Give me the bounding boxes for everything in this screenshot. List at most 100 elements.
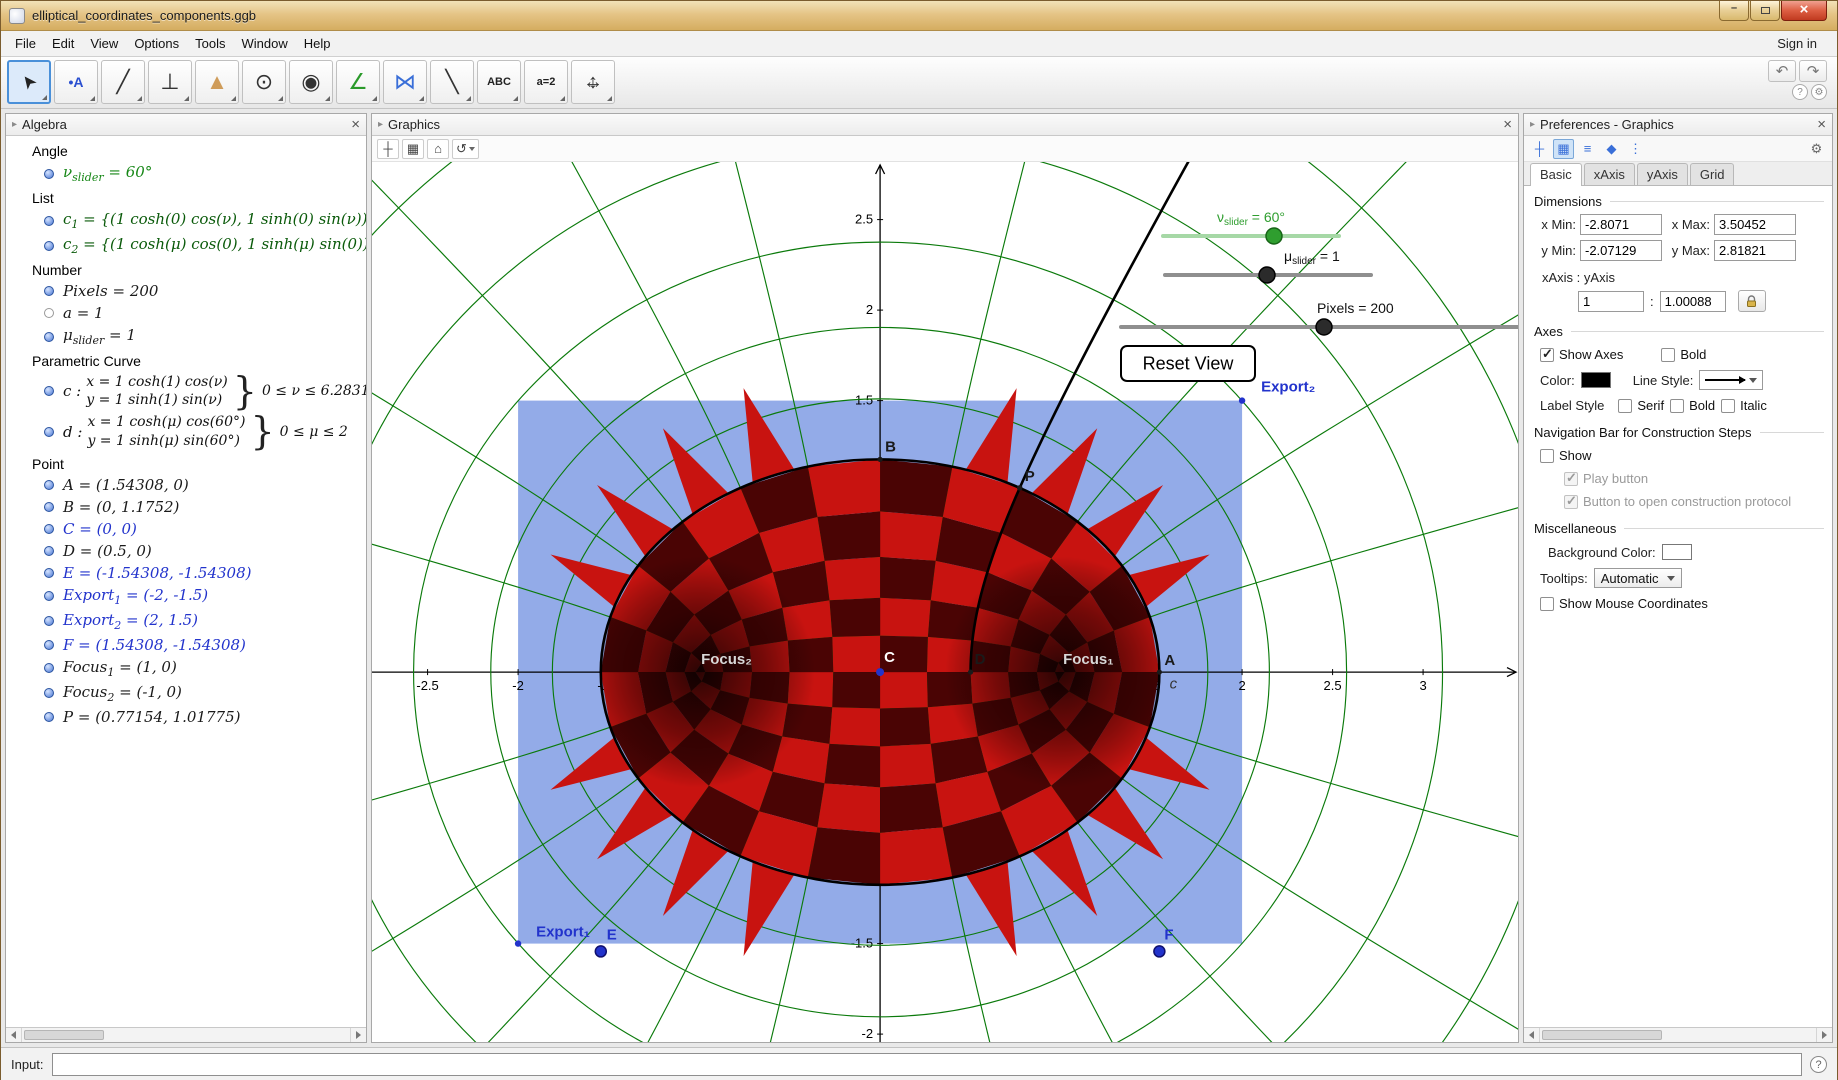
visibility-marble[interactable] (44, 524, 54, 534)
point-Export1[interactable] (515, 940, 521, 946)
visibility-marble[interactable] (44, 216, 54, 226)
tab-grid[interactable]: Grid (1690, 163, 1735, 185)
scroll-left-icon[interactable] (6, 1028, 22, 1042)
label-bold-checkbox[interactable]: Bold (1670, 398, 1715, 413)
axes-bold-checkbox[interactable]: Bold (1661, 347, 1706, 362)
toggle-grid-button[interactable]: ▦ (402, 139, 424, 159)
algebra-item[interactable]: d :x = 1 cosh(μ) cos(60°)y = 1 sinh(μ) s… (6, 411, 366, 451)
algebra-item[interactable]: c :x = 1 cosh(1) cos(ν)y = 1 sinh(1) sin… (6, 371, 366, 411)
menu-edit[interactable]: Edit (44, 32, 82, 55)
lock-ratio-button[interactable] (1738, 290, 1766, 312)
standard-view-button[interactable]: ⌂ (427, 139, 449, 159)
algebra-item[interactable]: P = (0.77154, 1.01775) (6, 706, 366, 728)
algebra-item[interactable]: μslider = 1 (6, 324, 366, 349)
point-B[interactable] (877, 457, 882, 462)
line-style-dropdown[interactable] (1699, 370, 1763, 390)
menu-help[interactable]: Help (296, 32, 339, 55)
axes-color-swatch[interactable] (1581, 372, 1611, 388)
mouse-coords-checkbox[interactable]: Show Mouse Coordinates (1540, 596, 1708, 611)
tool-point-button[interactable]: •A (54, 60, 98, 104)
menu-view[interactable]: View (82, 32, 126, 55)
prefs-graphics-icon[interactable]: ▦ (1553, 139, 1574, 159)
algebra-item[interactable]: Pixels = 200 (6, 280, 366, 302)
algebra-item[interactable]: Export1 = (-2, -1.5) (6, 584, 366, 609)
label-italic-checkbox[interactable]: Italic (1721, 398, 1767, 413)
minimize-button[interactable] (1719, 1, 1749, 21)
algebra-item[interactable]: Export2 = (2, 1.5) (6, 609, 366, 634)
visibility-marble[interactable] (44, 688, 54, 698)
algebra-group-list[interactable]: List (6, 186, 366, 208)
tool-dropdown-caret-icon[interactable] (513, 96, 518, 101)
prefs-advanced-icon[interactable]: ⋮ (1625, 139, 1646, 159)
algebra-group-number[interactable]: Number (6, 258, 366, 280)
tool-dropdown-caret-icon[interactable] (184, 96, 189, 101)
visibility-marble[interactable] (44, 241, 54, 251)
help-icon[interactable]: ? (1792, 84, 1808, 100)
algebra-group-parametric-curve[interactable]: Parametric Curve (6, 349, 366, 371)
tool-dropdown-caret-icon[interactable] (231, 96, 236, 101)
view-menu-button[interactable]: ↺ (452, 139, 479, 159)
command-input[interactable] (52, 1053, 1802, 1076)
xmin-input[interactable] (1580, 214, 1662, 235)
navbar-show-checkbox[interactable]: Show (1540, 448, 1592, 463)
visibility-marble[interactable] (44, 308, 54, 318)
tool-dropdown-caret-icon[interactable] (560, 96, 565, 101)
tool-dropdown-caret-icon[interactable] (90, 96, 95, 101)
tool-dropdown-caret-icon[interactable] (42, 95, 47, 100)
visibility-marble[interactable] (44, 616, 54, 626)
algebra-close-icon[interactable] (351, 117, 360, 132)
tool-dropdown-caret-icon[interactable] (466, 96, 471, 101)
tool-dropdown-caret-icon[interactable] (607, 96, 612, 101)
tool-dropdown-caret-icon[interactable] (372, 96, 377, 101)
input-help-icon[interactable]: ? (1810, 1056, 1827, 1073)
visibility-marble[interactable] (44, 591, 54, 601)
algebra-item[interactable]: D = (0.5, 0) (6, 540, 366, 562)
sign-in-button[interactable]: Sign in (1763, 32, 1831, 55)
redo-button[interactable]: ↷ (1799, 60, 1827, 82)
algebra-item[interactable]: c2 = {(1 cosh(μ) cos(0), 1 sinh(μ) sin(0… (6, 233, 366, 258)
visibility-marble[interactable] (44, 712, 54, 722)
tool-slider-button[interactable]: a=2 (524, 60, 568, 104)
algebra-tree[interactable]: Angleνslider = 60°Listc1 = {(1 cosh(0) c… (6, 136, 366, 1027)
scroll-thumb[interactable] (1542, 1030, 1662, 1040)
menu-file[interactable]: File (7, 32, 44, 55)
algebra-item[interactable]: c1 = {(1 cosh(0) cos(ν), 1 sinh(0) sin(ν… (6, 208, 366, 233)
toggle-axes-button[interactable]: ┼ (377, 139, 399, 159)
tool-dropdown-caret-icon[interactable] (137, 96, 142, 101)
point-A[interactable] (1157, 669, 1162, 674)
reset-view-button[interactable]: Reset View (1121, 346, 1255, 381)
tool-text-button[interactable]: ABC (477, 60, 521, 104)
tool-angle-button[interactable]: ∠ (336, 60, 380, 104)
visibility-marble[interactable] (44, 480, 54, 490)
tool-reflect-button[interactable]: ⋈ (383, 60, 427, 104)
tool-best-fit-line-button[interactable]: ╲ (430, 60, 474, 104)
tool-circle-button[interactable]: ⊙ (242, 60, 286, 104)
algebra-item[interactable]: B = (0, 1.1752) (6, 496, 366, 518)
maximize-button[interactable] (1750, 1, 1780, 21)
point-P[interactable] (1017, 485, 1023, 491)
point-F[interactable] (1154, 946, 1165, 957)
tool-dropdown-caret-icon[interactable] (325, 96, 330, 101)
ratio-x-input[interactable] (1578, 291, 1644, 312)
pixels-slider[interactable]: Pixels = 200 (1121, 300, 1518, 335)
tab-basic[interactable]: Basic (1530, 163, 1582, 186)
nu-slider-knob[interactable] (1266, 228, 1282, 244)
mu-slider[interactable]: μslider = 1 (1165, 248, 1371, 283)
window-titlebar[interactable]: elliptical_coordinates_components.ggb (1, 1, 1837, 31)
visibility-marble[interactable] (44, 386, 54, 396)
algebra-item[interactable]: F = (1.54308, -1.54308) (6, 634, 366, 656)
point-C[interactable] (876, 668, 884, 676)
visibility-marble[interactable] (44, 663, 54, 673)
tab-xaxis[interactable]: xAxis (1584, 163, 1635, 185)
prefs-close-icon[interactable] (1817, 117, 1826, 132)
ymax-input[interactable] (1714, 240, 1796, 261)
point-Export2[interactable] (1239, 397, 1245, 403)
visibility-marble[interactable] (44, 332, 54, 342)
prefs-layout-icon[interactable]: ≡ (1577, 139, 1598, 159)
graphics-canvas[interactable]: -2.5-2-1.5-1-0.50.511.522.53-2-1.5-1-0.5… (372, 162, 1518, 1042)
tool-perpendicular-line-button[interactable]: ⊥ (148, 60, 192, 104)
tool-conic-button[interactable]: ◉ (289, 60, 333, 104)
visibility-marble[interactable] (44, 502, 54, 512)
algebra-item[interactable]: Focus2 = (-1, 0) (6, 681, 366, 706)
algebra-group-point[interactable]: Point (6, 452, 366, 474)
